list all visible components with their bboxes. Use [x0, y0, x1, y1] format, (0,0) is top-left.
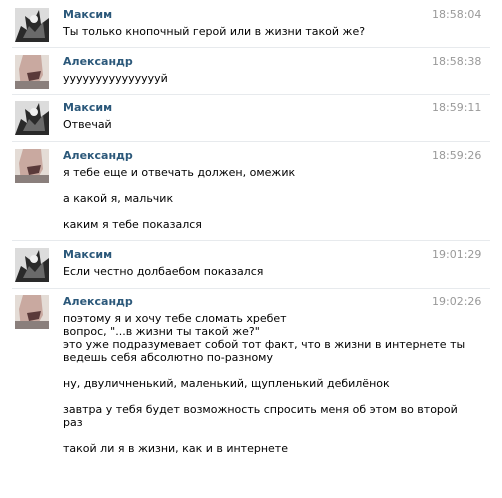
- message-line: Если честно долбаебом показался: [63, 265, 264, 278]
- message-thread: Максим 18:58:04 Ты только кнопочный геро…: [0, 0, 502, 498]
- message-line: вопрос, "...в жизни ты такой же?": [63, 325, 260, 338]
- message-text: уууууууууууууууй: [63, 72, 423, 85]
- avatar[interactable]: [15, 8, 49, 42]
- message-text: Если честно долбаебом показался: [63, 265, 423, 278]
- message-time: 18:59:26: [432, 149, 482, 162]
- message-line: ведешь себя абсолютно по-разному: [63, 351, 273, 364]
- divider: [12, 141, 490, 142]
- message-line: Отвечай: [63, 118, 112, 131]
- message-time: 18:59:11: [432, 101, 482, 114]
- message-line: это уже подразумевает собой тот факт, чт…: [63, 338, 466, 351]
- message-item: Александр 18:58:38 уууууууууууууууй: [0, 55, 502, 93]
- message-time: 19:02:26: [432, 295, 482, 308]
- message-author[interactable]: Александр: [63, 149, 133, 163]
- message-author[interactable]: Максим: [63, 248, 112, 262]
- message-item: Александр 18:59:26 я тебе еще и отвечать…: [0, 149, 502, 235]
- message-author[interactable]: Максим: [63, 8, 112, 22]
- divider: [12, 47, 490, 48]
- message-author[interactable]: Александр: [63, 295, 133, 309]
- avatar[interactable]: [15, 248, 49, 282]
- message-text: я тебе еще и отвечать должен, омежик а к…: [63, 166, 423, 231]
- avatar[interactable]: [15, 55, 49, 89]
- message-time: 19:01:29: [432, 248, 482, 261]
- avatar[interactable]: [15, 295, 49, 329]
- avatar[interactable]: [15, 149, 49, 183]
- message-line: Ты только кнопочный герой или в жизни та…: [63, 25, 366, 38]
- message-line: раз: [63, 416, 83, 429]
- message-line: ну, двуличненький, маленький, щупленький…: [63, 377, 390, 390]
- message-line: каким я тебе показался: [63, 218, 202, 231]
- message-author[interactable]: Максим: [63, 101, 112, 115]
- message-text: Ты только кнопочный герой или в жизни та…: [63, 25, 423, 38]
- message-author[interactable]: Александр: [63, 55, 133, 69]
- message-item: Александр 19:02:26 поэтому я и хочу тебе…: [0, 295, 502, 475]
- avatar[interactable]: [15, 101, 49, 135]
- divider: [12, 94, 490, 95]
- message-line: а какой я, мальчик: [63, 192, 174, 205]
- message-line: уууууууууууууууй: [63, 72, 168, 85]
- message-line: я тебе еще и отвечать должен, омежик: [63, 166, 296, 179]
- divider: [12, 240, 490, 241]
- message-line: такой ли я в жизни, как и в интернете: [63, 442, 288, 455]
- message-line: завтра у тебя будет возможность спросить…: [63, 403, 458, 416]
- message-time: 18:58:04: [432, 8, 482, 21]
- message-time: 18:58:38: [432, 55, 482, 68]
- message-item: Максим 18:58:04 Ты только кнопочный геро…: [0, 8, 502, 46]
- message-line: поэтому я и хочу тебе сломать хребет: [63, 312, 287, 325]
- message-text: Отвечай: [63, 118, 423, 131]
- message-text: поэтому я и хочу тебе сломать хребет воп…: [63, 312, 466, 455]
- divider: [12, 288, 490, 289]
- message-item: Максим 18:59:11 Отвечай: [0, 101, 502, 139]
- message-item: Максим 19:01:29 Если честно долбаебом по…: [0, 248, 502, 286]
